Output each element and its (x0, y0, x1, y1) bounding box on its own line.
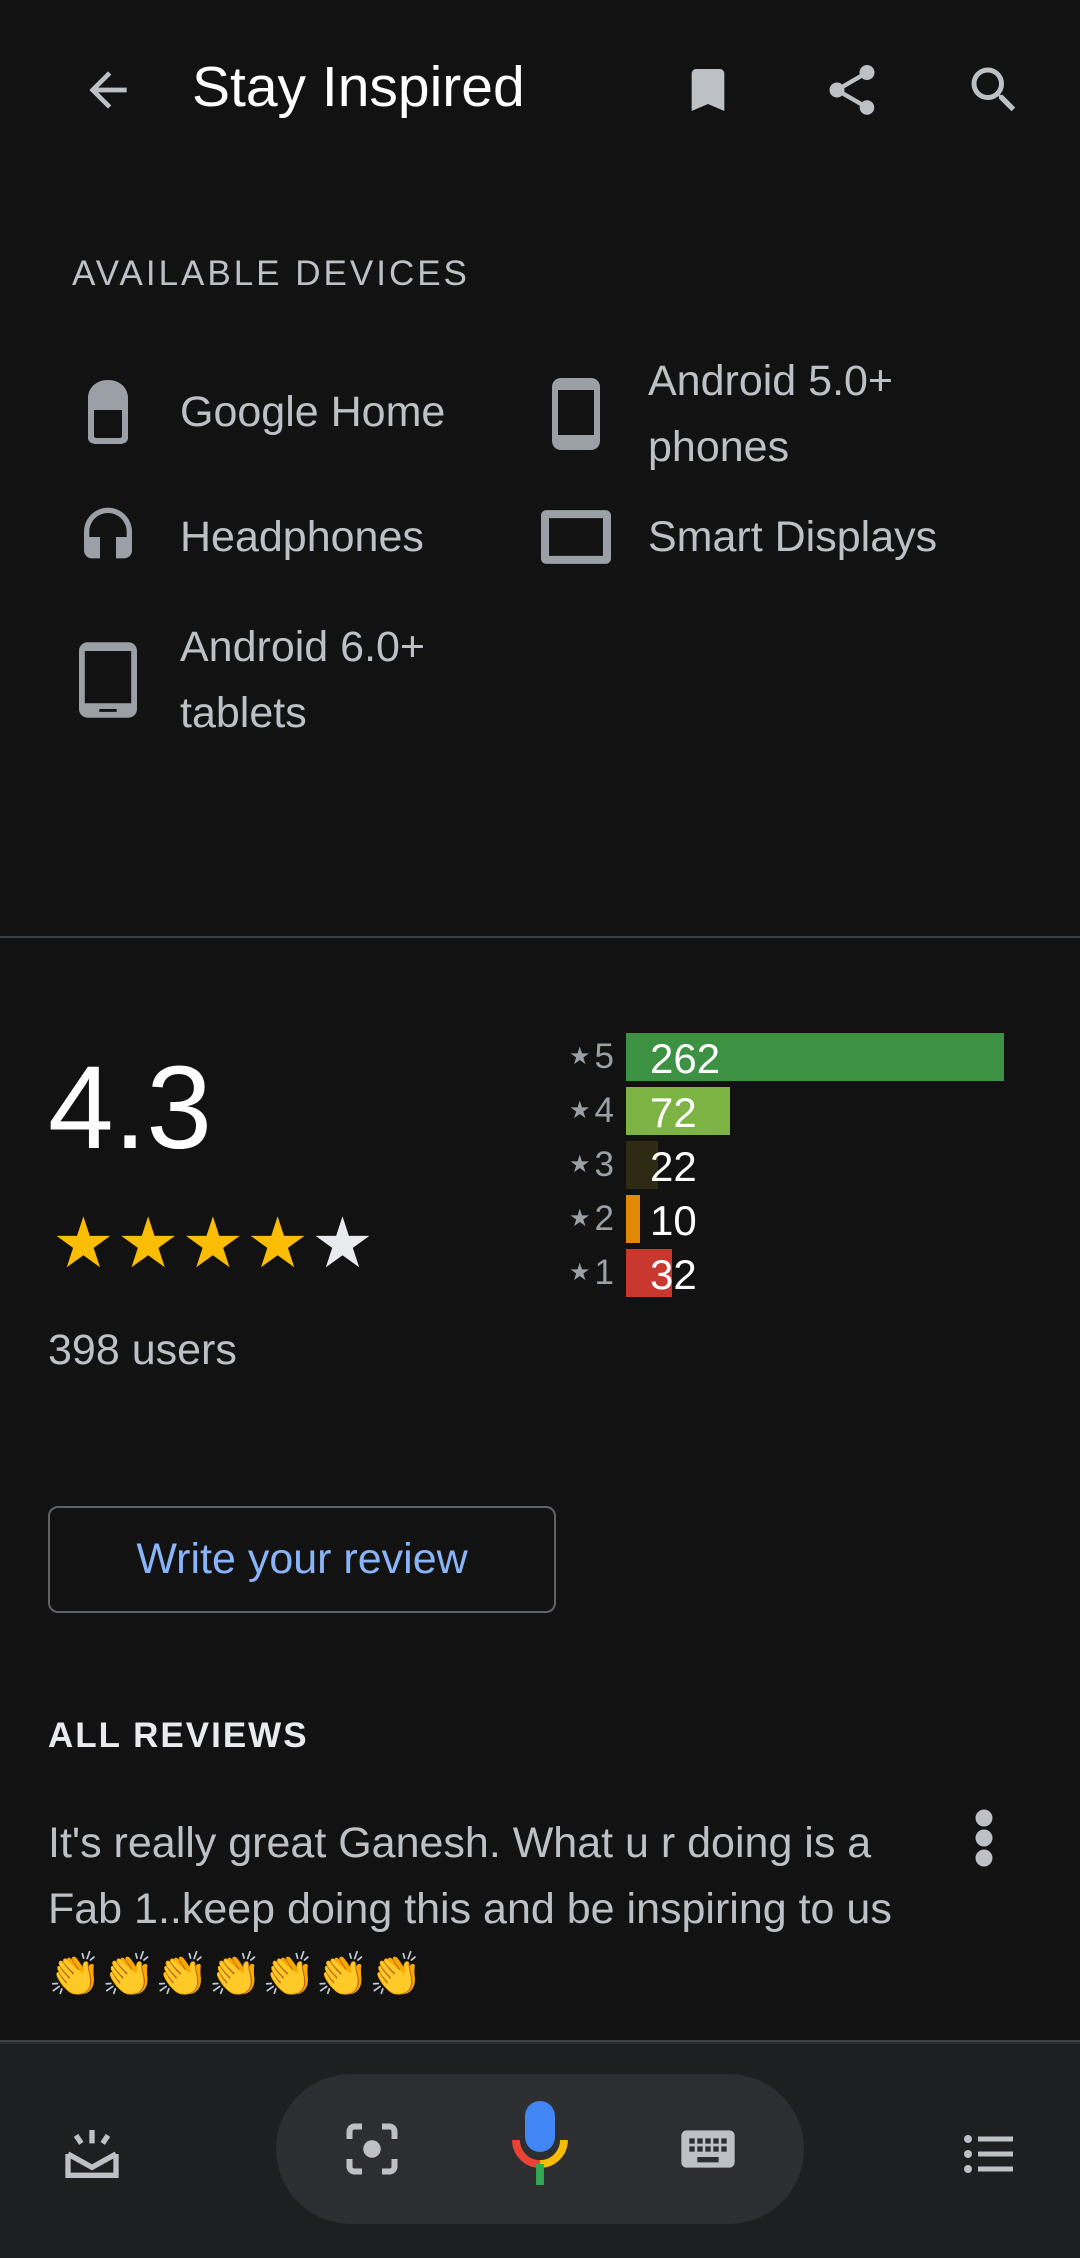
assistant-bottom-bar (0, 2042, 1080, 2258)
histogram-star-label: ★ 3 (569, 1145, 614, 1184)
lens-icon (346, 2123, 398, 2175)
keyboard-button[interactable] (660, 2101, 756, 2197)
histogram-row-5: ★ 5 262 (550, 1030, 1030, 1084)
headphones-icon (84, 507, 132, 559)
section-divider (0, 936, 1080, 938)
bookmark-icon (691, 69, 725, 111)
average-rating: 4.3 (48, 1042, 213, 1174)
google-home-icon (88, 380, 128, 444)
small-star-icon: ★ (569, 1259, 591, 1286)
rating-histogram: ★ 5 262 ★ 4 72 ★ 3 22 ★ 2 10 ★ 1 32 (550, 1030, 1030, 1300)
mic-button[interactable] (492, 2095, 588, 2191)
star-filled-icon: ★ (52, 1204, 115, 1282)
write-review-button[interactable]: Write your review (48, 1506, 556, 1613)
histogram-star-label: ★ 5 (569, 1037, 614, 1076)
histogram-count: 262 (650, 1035, 721, 1082)
device-android-tablets: Android 6.0+ tablets (72, 614, 510, 746)
available-devices-heading: AVAILABLE DEVICES (72, 254, 470, 293)
smart-display-icon (541, 510, 611, 564)
histogram-row-1: ★ 1 32 (550, 1246, 1030, 1300)
more-vert-icon (975, 1809, 993, 1867)
device-smart-displays: Smart Displays (540, 504, 937, 570)
bookmark-button[interactable] (660, 42, 756, 138)
search-button[interactable] (946, 42, 1042, 138)
lens-button[interactable] (324, 2101, 420, 2197)
histogram-row-4: ★ 4 72 (550, 1084, 1030, 1138)
histogram-bar (626, 1195, 641, 1243)
review-text: It's really great Ganesh. What u r doing… (48, 1819, 892, 1999)
share-button[interactable] (804, 42, 900, 138)
keyboard-icon (681, 2130, 735, 2168)
star-filled-icon: ★ (246, 1204, 310, 1282)
snapshot-icon (65, 2130, 119, 2178)
back-button[interactable] (60, 42, 156, 138)
device-android-phones: Android 5.0+ phones (540, 348, 978, 480)
star-rating: ★ ★ ★ ★ ★ (52, 1208, 376, 1278)
star-empty-icon: ★ (311, 1204, 374, 1282)
histogram-star-label: ★ 4 (569, 1091, 614, 1130)
histogram-count: 22 (650, 1143, 697, 1190)
review-more-button[interactable] (948, 1790, 1020, 1886)
all-reviews-heading: ALL REVIEWS (48, 1716, 309, 1755)
small-star-icon: ★ (569, 1151, 591, 1178)
page-title: Stay Inspired (192, 55, 525, 119)
app-bar: Stay Inspired (0, 0, 1080, 180)
small-star-icon: ★ (569, 1205, 591, 1232)
histogram-count: 10 (650, 1197, 697, 1244)
small-star-icon: ★ (569, 1043, 591, 1070)
tablet-icon (79, 642, 137, 718)
device-google-home: Google Home (72, 378, 445, 446)
histogram-row-2: ★ 2 10 (550, 1192, 1030, 1246)
histogram-count: 32 (650, 1251, 697, 1298)
star-filled-icon: ★ (181, 1204, 245, 1282)
assistant-input-pill (276, 2074, 804, 2224)
search-icon (971, 67, 1016, 112)
mic-icon (512, 2101, 568, 2185)
back-arrow-icon (89, 71, 127, 109)
small-star-icon: ★ (569, 1097, 591, 1124)
histogram-count: 72 (650, 1089, 697, 1136)
star-filled-icon: ★ (116, 1204, 180, 1282)
share-icon (829, 65, 875, 115)
histogram-star-label: ★ 1 (569, 1253, 614, 1292)
histogram-row-3: ★ 3 22 (550, 1138, 1030, 1192)
list-icon (964, 2135, 1013, 2173)
phone-icon (552, 378, 600, 450)
snapshot-button[interactable] (44, 2106, 140, 2202)
list-button[interactable] (940, 2106, 1036, 2202)
device-headphones: Headphones (72, 504, 424, 570)
rating-user-count: 398 users (48, 1326, 237, 1374)
histogram-star-label: ★ 2 (569, 1199, 614, 1238)
